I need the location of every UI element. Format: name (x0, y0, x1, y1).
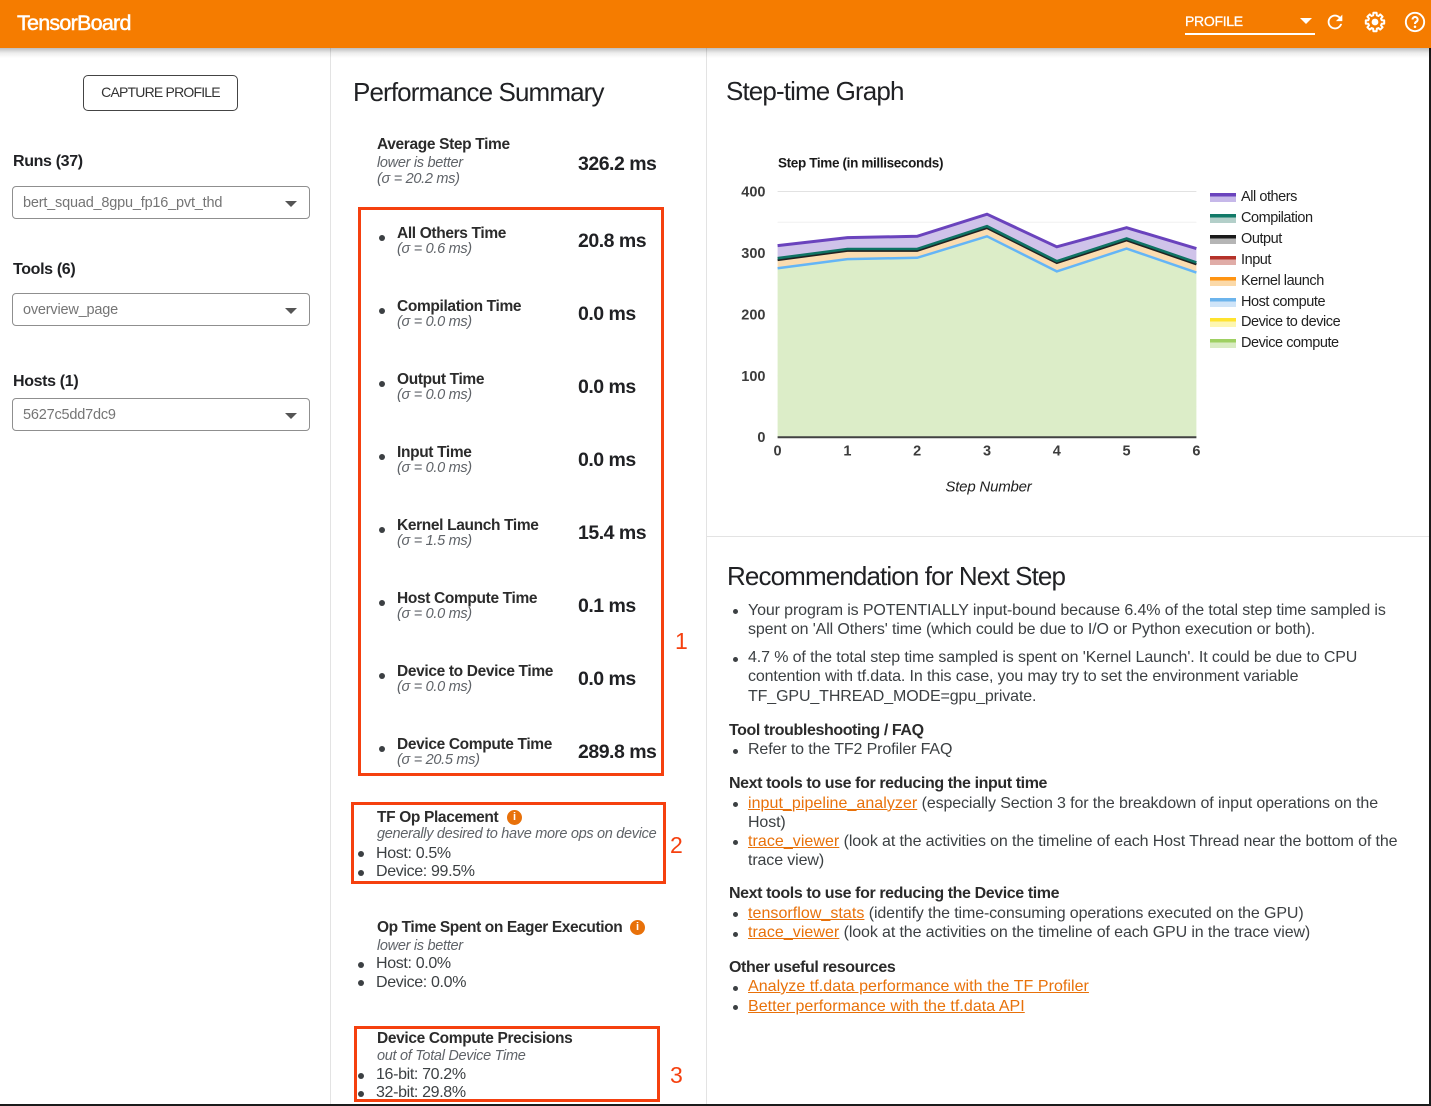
svg-text:Step Time (in milliseconds): Step Time (in milliseconds) (778, 156, 943, 171)
svg-text:100: 100 (741, 369, 765, 385)
svg-text:6: 6 (1192, 443, 1200, 459)
svg-text:3: 3 (983, 443, 991, 459)
svg-text:1: 1 (843, 443, 851, 459)
svg-text:200: 200 (741, 307, 765, 323)
svg-text:0: 0 (757, 430, 765, 446)
svg-text:2: 2 (913, 443, 921, 459)
svg-text:Step Number: Step Number (945, 479, 1032, 496)
svg-text:0: 0 (774, 443, 782, 459)
svg-text:4: 4 (1053, 443, 1061, 459)
svg-text:300: 300 (741, 246, 765, 262)
svg-text:400: 400 (741, 185, 765, 201)
svg-text:5: 5 (1123, 443, 1131, 459)
